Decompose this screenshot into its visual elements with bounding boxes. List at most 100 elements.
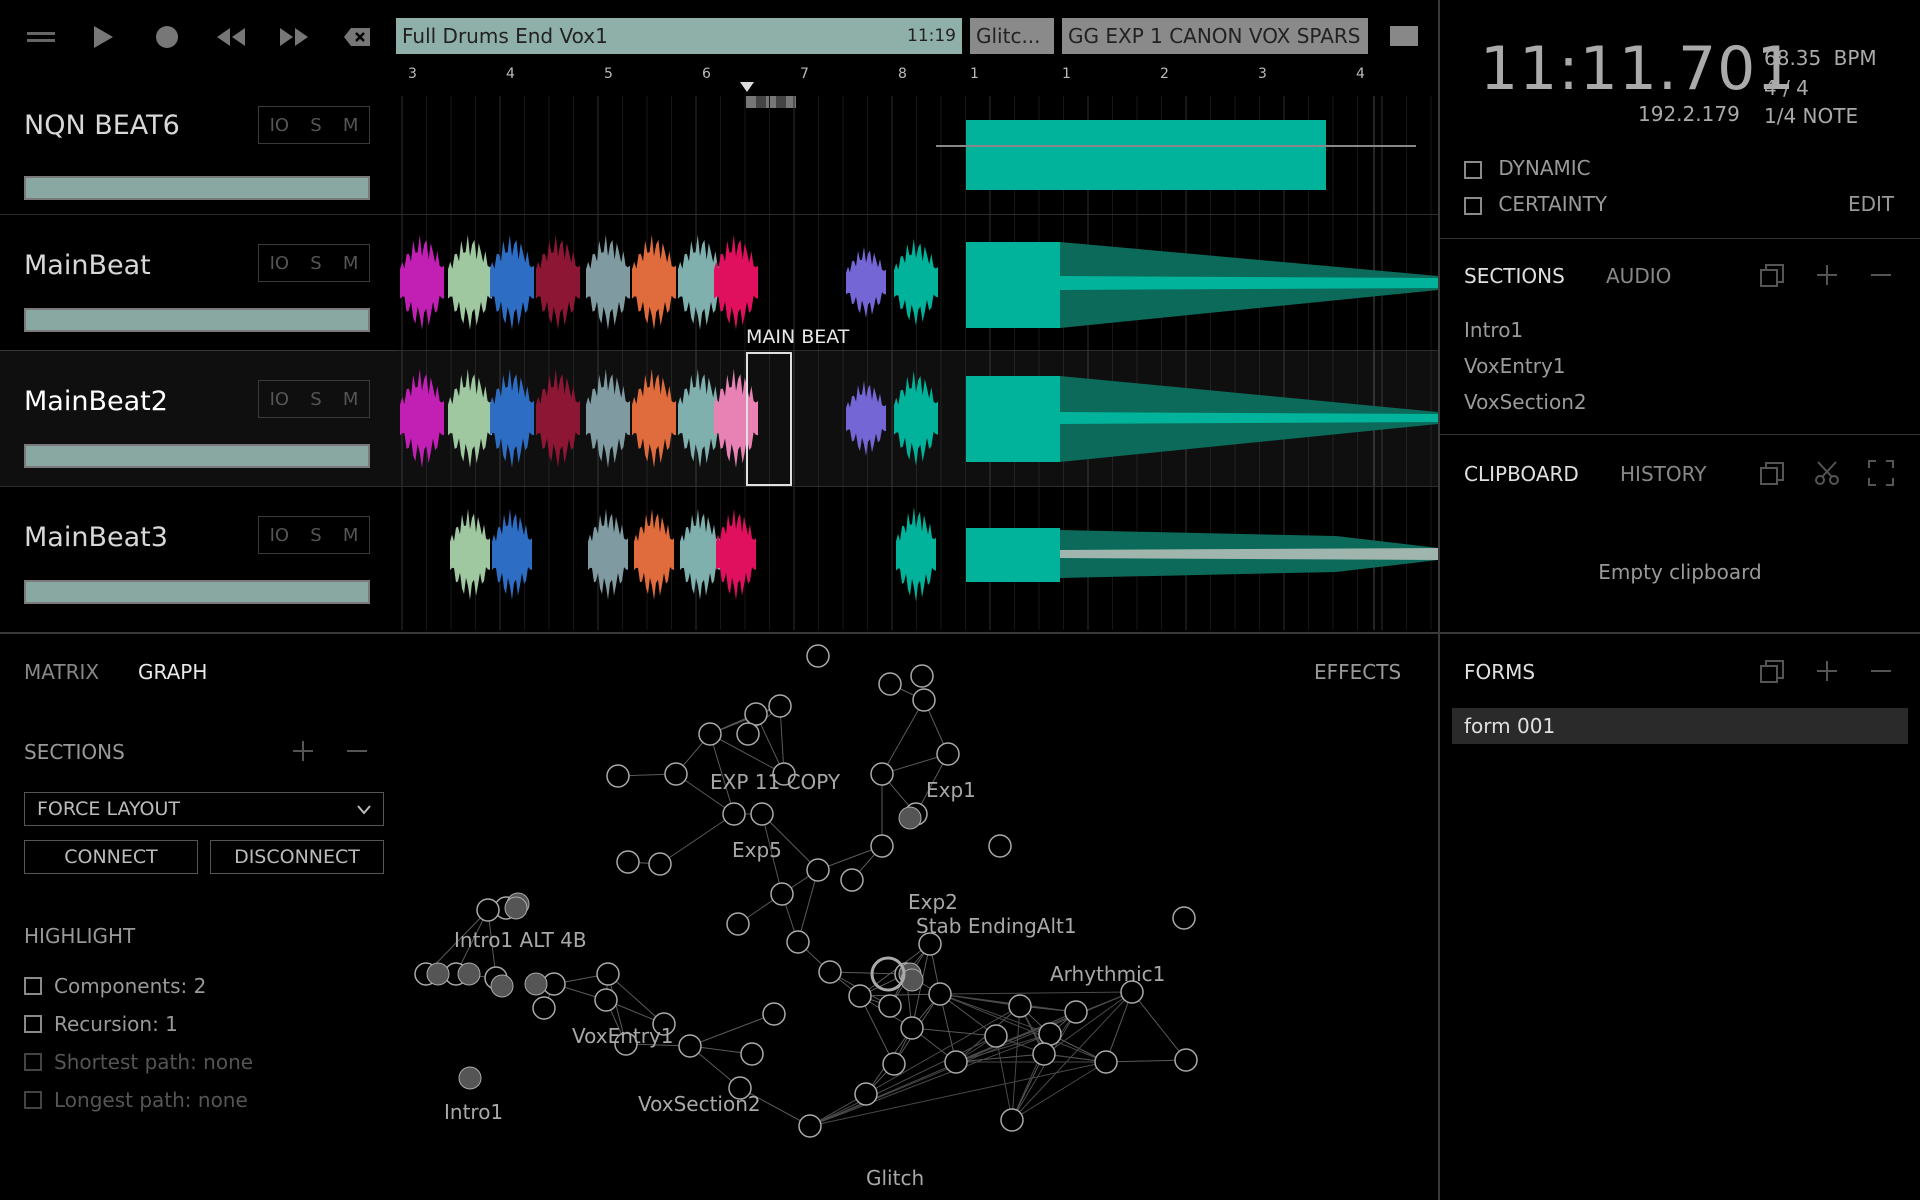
selection-label: MAIN BEAT (746, 326, 850, 348)
volume-slider[interactable] (24, 580, 370, 604)
graph-node-label: VoxEntry1 (572, 1024, 674, 1048)
menu-button[interactable] (24, 22, 58, 52)
layout-select[interactable]: FORCE LAYOUT (24, 792, 384, 826)
tab-audio[interactable]: AUDIO (1606, 264, 1671, 288)
mute-toggle[interactable]: M (343, 253, 359, 274)
fullscreen-icon[interactable] (1868, 460, 1894, 486)
fast-forward-button[interactable] (277, 22, 311, 52)
mute-toggle[interactable]: M (343, 115, 359, 136)
section-item[interactable]: VoxEntry1 (1464, 354, 1566, 378)
solo-toggle[interactable]: S (310, 525, 321, 546)
graph-node-label: Glitch (866, 1166, 925, 1190)
track-area[interactable]: MAIN BEAT (396, 96, 1438, 630)
mute-toggle[interactable]: M (343, 525, 359, 546)
connect-button[interactable]: CONNECT (24, 840, 198, 874)
highlight-components[interactable]: Components: 2 (24, 974, 206, 998)
delete-button[interactable] (340, 22, 374, 52)
certainty-option[interactable]: CERTAINTY (1464, 192, 1607, 216)
disconnect-button[interactable]: DISCONNECT (210, 840, 384, 874)
input-output-toggle[interactable]: IO (270, 253, 289, 274)
duplicate-icon[interactable] (1760, 264, 1784, 288)
track-controls: IO S M (258, 244, 370, 282)
clip-glitch[interactable]: Glitc... (970, 18, 1054, 54)
track-mainbeat2[interactable]: MainBeat2 IO S M (0, 350, 396, 486)
duplicate-icon[interactable] (1760, 660, 1784, 684)
tab-clipboard[interactable]: CLIPBOARD (1464, 462, 1579, 486)
panel-divider-vertical[interactable] (1438, 0, 1440, 1200)
graph-node (806, 644, 830, 668)
graph-node (476, 898, 500, 922)
effects-tab[interactable]: EFFECTS (1314, 660, 1401, 684)
section-item[interactable]: Intro1 (1464, 318, 1523, 342)
highlight-shortest-path: Shortest path: none (24, 1050, 253, 1074)
add-section-icon[interactable] (292, 740, 314, 762)
mute-toggle[interactable]: M (343, 389, 359, 410)
quantize-value[interactable]: 1/4 NOTE (1764, 104, 1858, 128)
tab-graph[interactable]: GRAPH (138, 660, 207, 684)
waveform-segment (588, 508, 628, 600)
input-output-toggle[interactable]: IO (270, 389, 289, 410)
input-output-toggle[interactable]: IO (270, 115, 289, 136)
graph-node (1064, 1000, 1088, 1024)
input-output-toggle[interactable]: IO (270, 525, 289, 546)
clock-position: 192.2.179 (1638, 102, 1740, 126)
section-graph[interactable] (400, 634, 1220, 1200)
highlight-recursion[interactable]: Recursion: 1 (24, 1012, 178, 1036)
scissors-icon[interactable] (1814, 460, 1840, 486)
track-mainbeat3[interactable]: MainBeat3 IO S M (0, 486, 400, 622)
graph-node (762, 1002, 786, 1026)
clip-gg-exp[interactable]: GG EXP 1 CANON VOX SPARS (1062, 18, 1368, 54)
remove-icon[interactable] (1870, 264, 1892, 286)
volume-slider[interactable] (24, 176, 370, 200)
add-icon[interactable] (1816, 660, 1838, 682)
play-button[interactable] (86, 22, 120, 52)
form-item[interactable]: form 001 (1452, 708, 1908, 744)
graph-edge (939, 991, 1133, 995)
dynamic-label: DYNAMIC (1498, 156, 1591, 180)
rewind-icon (217, 28, 245, 46)
components-label: Components: 2 (54, 974, 207, 998)
graph-edge (1131, 991, 1187, 1061)
track-mainbeat[interactable]: MainBeat IO S M (0, 214, 400, 350)
tab-sections[interactable]: SECTIONS (1464, 264, 1565, 288)
ruler-tick-label: 5 (604, 66, 613, 82)
copy-icon[interactable] (1760, 462, 1784, 486)
solo-toggle[interactable]: S (310, 115, 321, 136)
rewind-button[interactable] (214, 22, 248, 52)
graph-node-label: Arhythmic1 (1050, 962, 1166, 986)
section-item[interactable]: VoxSection2 (1464, 390, 1587, 414)
solo-toggle[interactable]: S (310, 389, 321, 410)
add-icon[interactable] (1816, 264, 1838, 286)
clip-full-drums[interactable]: Full Drums End Vox1 11:19 (396, 18, 962, 54)
volume-slider[interactable] (24, 308, 370, 332)
graph-node (458, 1066, 482, 1090)
tab-history[interactable]: HISTORY (1620, 462, 1706, 486)
track-nqn-beat6[interactable]: NQN BEAT6 IO S M (0, 78, 400, 214)
waveform-segment (490, 368, 534, 468)
recursion-checkbox[interactable] (24, 1015, 42, 1033)
components-checkbox[interactable] (24, 977, 42, 995)
tempo-display[interactable]: 68.35 BPM (1764, 46, 1877, 70)
clip-end-block[interactable] (1390, 26, 1418, 46)
graph-node (1174, 1048, 1198, 1072)
solo-toggle[interactable]: S (310, 253, 321, 274)
remove-section-icon[interactable] (346, 740, 368, 762)
dynamic-checkbox[interactable] (1464, 160, 1482, 179)
time-signature[interactable]: 4 / 4 (1764, 76, 1809, 100)
waveform-tail (1060, 412, 1438, 424)
waveform-segment (632, 234, 676, 330)
edit-button[interactable]: EDIT (1848, 192, 1894, 216)
volume-slider[interactable] (24, 444, 370, 468)
graph-node (426, 962, 450, 986)
clock-time: 11:11.701 (1480, 34, 1796, 104)
selection-box[interactable] (746, 352, 792, 486)
graph-node-label: Exp2 (908, 890, 958, 914)
tab-matrix[interactable]: MATRIX (24, 660, 99, 684)
certainty-checkbox[interactable] (1464, 196, 1482, 215)
record-button[interactable] (150, 22, 184, 52)
graph-node (1032, 1042, 1056, 1066)
dynamic-option[interactable]: DYNAMIC (1464, 156, 1591, 180)
menu-icon (27, 32, 55, 42)
remove-icon[interactable] (1870, 660, 1892, 682)
track-name: MainBeat (24, 250, 151, 281)
